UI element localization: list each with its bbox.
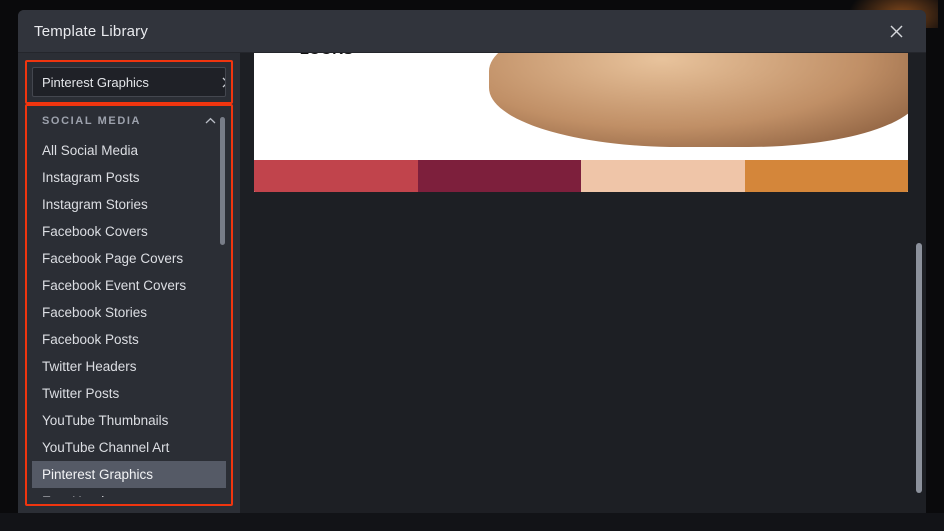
category-list-area: SOCIAL MEDIA All Social Media Instagram … xyxy=(25,104,233,506)
sidebar-scrollbar-thumb[interactable] xyxy=(220,117,225,245)
template-library-modal: Template Library Pinterest Graphics SOCI… xyxy=(18,10,926,513)
sidebar-item-pinterest-graphics[interactable]: Pinterest Graphics xyxy=(32,461,226,488)
screen: Template Library Pinterest Graphics SOCI… xyxy=(0,0,944,531)
sidebar-item-facebook-page-covers[interactable]: Facebook Page Covers xyxy=(32,245,226,272)
search-area xyxy=(25,60,233,104)
sidebar-item-facebook-event-covers[interactable]: Facebook Event Covers xyxy=(32,272,226,299)
close-icon[interactable] xyxy=(874,10,918,53)
sidebar-item-twitter-headers[interactable]: Twitter Headers xyxy=(32,353,226,380)
sidebar: SOCIAL MEDIA All Social Media Instagram … xyxy=(18,53,240,513)
category-section-label: SOCIAL MEDIA xyxy=(42,115,142,127)
clear-icon[interactable] xyxy=(222,68,225,96)
bottom-bar xyxy=(0,513,944,531)
grid-scrollbar-thumb[interactable] xyxy=(916,243,922,493)
sidebar-item-all-social-media[interactable]: All Social Media xyxy=(32,137,226,164)
modal-header: Template Library xyxy=(18,10,926,53)
sidebar-item-etsy-headers[interactable]: Etsy Headers xyxy=(32,488,226,497)
search-input[interactable] xyxy=(33,68,222,96)
category-list: SOCIAL MEDIA All Social Media Instagram … xyxy=(32,111,226,497)
sidebar-item-instagram-stories[interactable]: Instagram Stories xyxy=(32,191,226,218)
sidebar-scrollbar[interactable] xyxy=(220,111,225,497)
template-headline: MAKEUPLOOKS xyxy=(300,53,365,59)
page-title: Template Library xyxy=(34,22,149,40)
modal-body: SOCIAL MEDIA All Social Media Instagram … xyxy=(18,53,926,513)
grid-scrollbar[interactable] xyxy=(916,53,922,513)
sidebar-item-facebook-posts[interactable]: Facebook Posts xyxy=(32,326,226,353)
sidebar-item-instagram-posts[interactable]: Instagram Posts xyxy=(32,164,226,191)
sidebar-item-youtube-channel-art[interactable]: YouTube Channel Art xyxy=(32,434,226,461)
sidebar-item-youtube-thumbnails[interactable]: YouTube Thumbnails xyxy=(32,407,226,434)
sidebar-item-facebook-covers[interactable]: Facebook Covers xyxy=(32,218,226,245)
search-box xyxy=(32,67,226,97)
template-grid-area: VALUE G&C Realty Co 101 YOUR DSLR photol… xyxy=(240,53,926,513)
chevron-up-icon[interactable] xyxy=(205,117,216,125)
sidebar-item-facebook-stories[interactable]: Facebook Stories xyxy=(32,299,226,326)
sidebar-item-twitter-posts[interactable]: Twitter Posts xyxy=(32,380,226,407)
template-card-fall-inspired-makeup-looks[interactable]: Fall-Inspired MAKEUPLOOKS xyxy=(254,53,908,192)
category-section-header[interactable]: SOCIAL MEDIA xyxy=(32,111,226,137)
